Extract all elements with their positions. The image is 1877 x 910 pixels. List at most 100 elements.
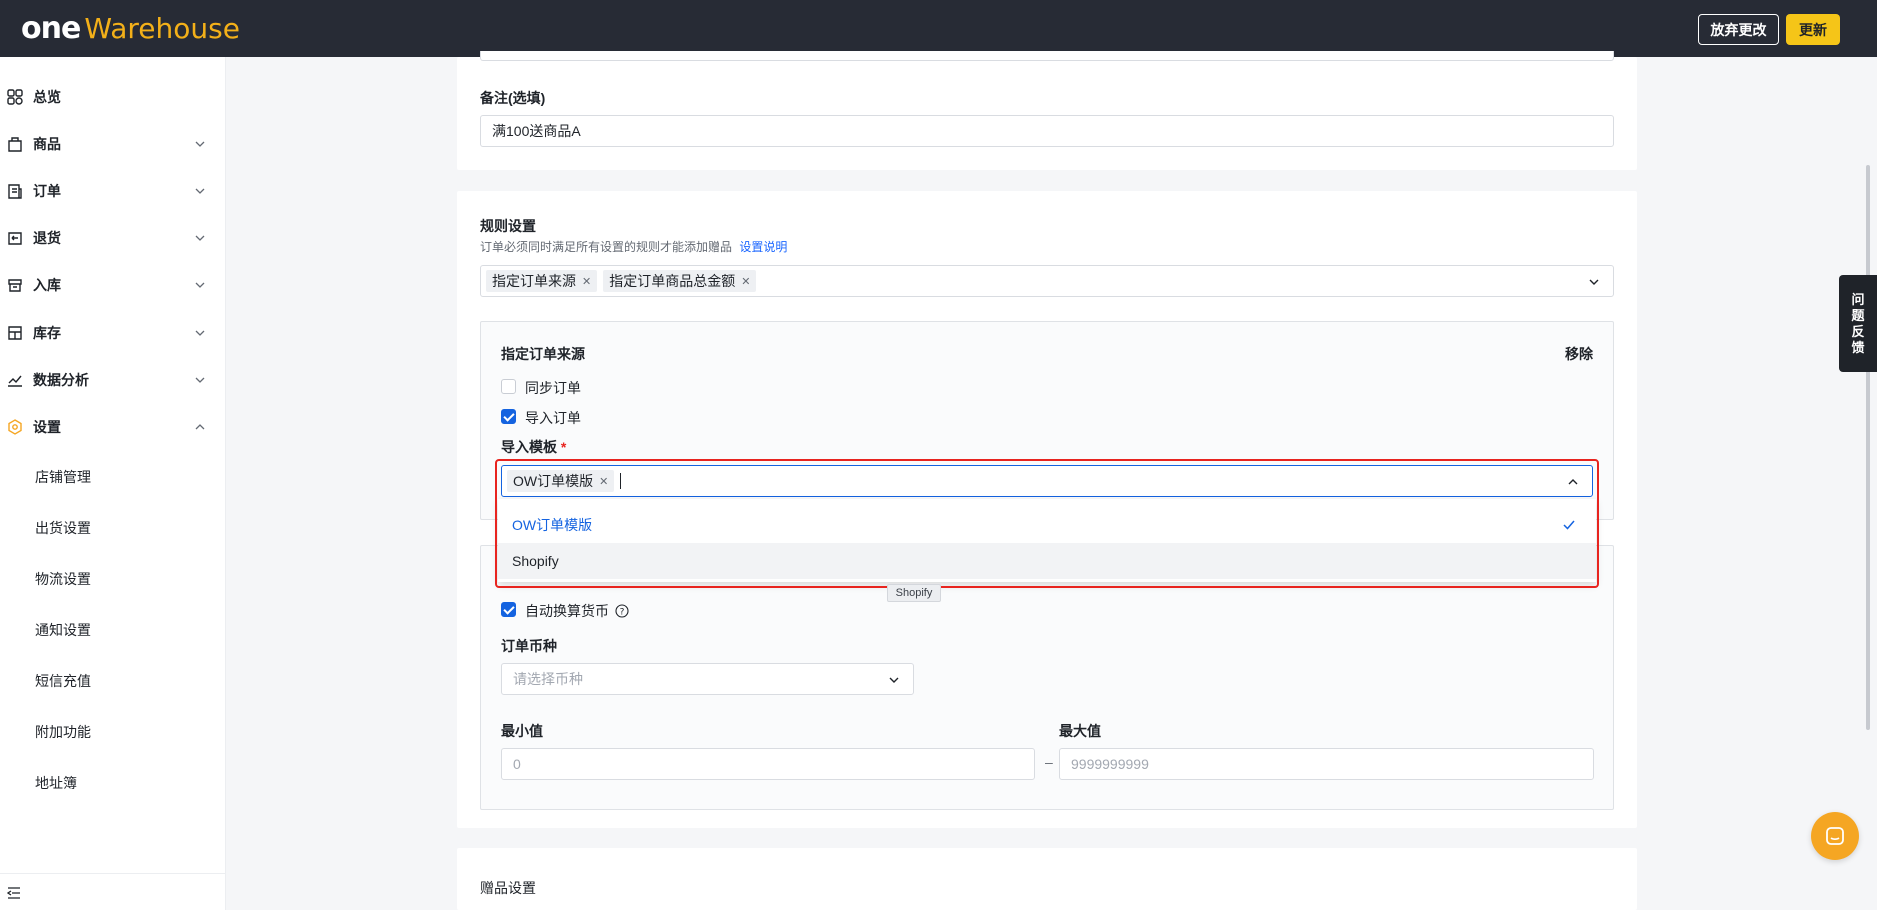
sidebar-subitem-address-book[interactable]: 地址簿 — [35, 773, 77, 793]
tag-close-icon[interactable]: ✕ — [599, 475, 608, 488]
required-asterisk: * — [560, 439, 567, 455]
rules-select[interactable]: 指定订单来源 ✕ 指定订单商品总金额 ✕ — [480, 265, 1614, 297]
import-order-checkbox[interactable] — [501, 409, 516, 424]
range-separator: – — [1045, 754, 1053, 770]
remark-value: 满100送商品A — [492, 123, 581, 139]
remark-card: 备注(选填) 满100送商品A — [457, 51, 1637, 170]
gift-card: 赠品设置 — [457, 848, 1637, 910]
max-placeholder: 9999999999 — [1071, 756, 1149, 772]
rules-help-link[interactable]: 设置说明 — [739, 240, 787, 254]
tag-close-icon[interactable]: ✕ — [582, 275, 591, 288]
sidebar-subitem-notifications[interactable]: 通知设置 — [35, 620, 91, 640]
currency-placeholder: 请选择币种 — [513, 671, 583, 687]
overview-icon — [7, 89, 23, 105]
rule-tag: 指定订单来源 ✕ — [486, 270, 598, 292]
feedback-tab[interactable]: 问 题 反 馈 — [1839, 275, 1877, 372]
product-icon — [8, 137, 22, 152]
import-order-label: 导入订单 — [525, 410, 581, 426]
remark-input[interactable]: 满100送商品A — [480, 115, 1614, 147]
chevron-up-icon — [1568, 479, 1578, 485]
dropdown-option-ow-template[interactable]: OW订单模版 — [498, 507, 1596, 543]
min-placeholder: 0 — [513, 756, 521, 772]
rule-tag-label: 指定订单商品总金额 — [609, 273, 736, 289]
update-button[interactable]: 更新 — [1786, 14, 1840, 45]
sidebar-item-orders[interactable]: 订单 — [0, 171, 226, 211]
currency-select[interactable]: 请选择币种 — [501, 663, 914, 695]
option-tooltip: Shopify — [887, 584, 941, 602]
chevron-down-icon — [889, 677, 899, 683]
text-cursor — [620, 473, 622, 489]
app-logo[interactable]: one Warehouse — [21, 11, 240, 46]
tag-close-icon[interactable]: ✕ — [741, 275, 750, 288]
sidebar-item-settings[interactable]: 设置 — [0, 407, 226, 447]
chat-button[interactable] — [1811, 812, 1859, 860]
remark-label: 备注(选填) — [480, 90, 546, 106]
sidebar-item-label: 退货 — [33, 230, 61, 246]
sidebar: 总览 商品 订单 退货 入库 库存 数据分析 设置 店铺管理 出货设置 物流设置… — [0, 57, 226, 910]
sidebar-item-returns[interactable]: 退货 — [0, 218, 226, 258]
analytics-icon — [8, 375, 22, 387]
option-label: Shopify — [512, 553, 559, 569]
option-label: OW订单模版 — [512, 517, 593, 533]
currency-label: 订单币种 — [501, 638, 557, 654]
min-value-input[interactable]: 0 — [501, 748, 1035, 780]
return-icon — [8, 232, 22, 245]
feedback-char: 反 — [1851, 323, 1865, 339]
order-source-title: 指定订单来源 — [501, 346, 585, 362]
sidebar-item-analytics[interactable]: 数据分析 — [0, 360, 226, 400]
gift-title: 赠品设置 — [480, 880, 536, 896]
rules-title: 规则设置 — [480, 218, 536, 234]
page-scrollbar[interactable] — [1866, 165, 1870, 730]
remove-rule-button[interactable]: 移除 — [1565, 344, 1593, 364]
chevron-down-icon — [195, 188, 205, 194]
settings-icon — [8, 419, 22, 435]
sidebar-item-label: 入库 — [33, 277, 61, 293]
sidebar-item-overview[interactable]: 总览 — [0, 77, 226, 117]
import-template-label: 导入模板 * — [501, 437, 566, 457]
sidebar-subitem-shipping[interactable]: 出货设置 — [35, 518, 91, 538]
check-icon — [1563, 520, 1575, 530]
sidebar-item-label: 订单 — [33, 183, 61, 199]
sidebar-item-inventory[interactable]: 库存 — [0, 313, 226, 353]
sync-order-checkbox[interactable] — [501, 379, 516, 394]
import-template-select[interactable]: OW订单模版 ✕ — [501, 465, 1593, 497]
auto-convert-label-text: 自动换算货币 — [525, 603, 609, 619]
max-label: 最大值 — [1059, 723, 1101, 739]
sidebar-subitem-logistics[interactable]: 物流设置 — [35, 569, 91, 589]
feedback-char: 问 — [1851, 291, 1865, 307]
feedback-char: 题 — [1851, 307, 1865, 323]
chevron-down-icon — [195, 377, 205, 383]
sidebar-item-label: 库存 — [33, 325, 61, 341]
rules-desc-text: 订单必须同时满足所有设置的规则才能添加赠品 — [480, 240, 733, 254]
inventory-icon — [8, 326, 22, 340]
sidebar-item-label: 商品 — [33, 136, 61, 152]
feedback-char: 馈 — [1851, 339, 1865, 355]
previous-field-input[interactable] — [480, 51, 1614, 61]
auto-convert-label: 自动换算货币 ? — [525, 601, 629, 621]
svg-text:?: ? — [620, 608, 625, 618]
sidebar-item-products[interactable]: 商品 — [0, 124, 226, 164]
chevron-down-icon — [1589, 279, 1599, 285]
rule-tag-label: 指定订单来源 — [492, 273, 576, 289]
min-label: 最小值 — [501, 723, 543, 739]
chevron-down-icon — [195, 282, 205, 288]
auto-convert-checkbox[interactable] — [501, 602, 516, 617]
max-value-input[interactable]: 9999999999 — [1059, 748, 1594, 780]
order-amount-rule-box: 自动换算货币 ? 订单币种 请选择币种 最小值 0 – 最大值 99999999… — [480, 545, 1614, 810]
sidebar-subitem-store[interactable]: 店铺管理 — [35, 467, 91, 487]
template-dropdown: OW订单模版 Shopify — [498, 499, 1596, 582]
sidebar-footer — [0, 873, 226, 910]
discard-changes-button[interactable]: 放弃更改 — [1698, 14, 1779, 45]
sidebar-item-label: 总览 — [33, 89, 61, 105]
sidebar-item-inbound[interactable]: 入库 — [0, 265, 226, 305]
collapse-sidebar-icon[interactable] — [7, 886, 21, 900]
chevron-down-icon — [195, 235, 205, 241]
sidebar-subitem-addons[interactable]: 附加功能 — [35, 722, 91, 742]
help-icon[interactable]: ? — [615, 604, 629, 618]
chevron-down-icon — [195, 330, 205, 336]
chevron-up-icon — [195, 424, 205, 430]
sidebar-item-label: 数据分析 — [33, 372, 89, 388]
sidebar-subitem-sms[interactable]: 短信充值 — [35, 671, 91, 691]
dropdown-option-shopify[interactable]: Shopify — [498, 543, 1596, 579]
template-tag-label: OW订单模版 — [513, 473, 594, 489]
